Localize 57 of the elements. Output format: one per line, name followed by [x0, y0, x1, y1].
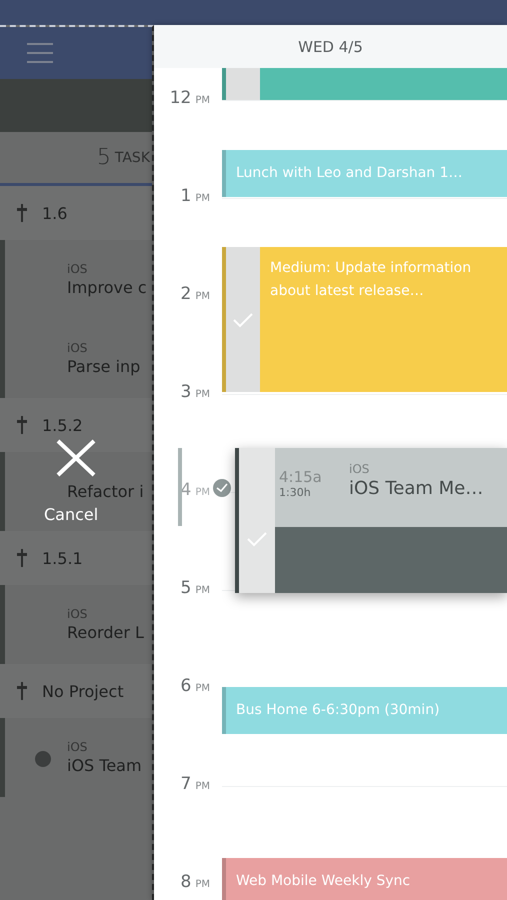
task-title[interactable]: Refactor i	[67, 482, 144, 501]
period-label: PM	[195, 879, 210, 890]
task-project: iOS	[67, 341, 88, 355]
event-block[interactable]: Lunch with Leo and Darshan 1…	[222, 150, 507, 197]
pin-icon	[16, 682, 28, 700]
task-title[interactable]: Improve c	[67, 278, 147, 297]
pin-icon	[16, 549, 28, 567]
task-project: iOS	[349, 462, 370, 476]
day-title: WED 4/5	[154, 25, 507, 68]
menu-icon[interactable]	[27, 43, 53, 63]
drag-handle[interactable]	[239, 448, 275, 527]
event-title: Web Mobile Weekly Sync	[235, 872, 412, 891]
pin-icon	[16, 416, 28, 434]
hour-label: 12	[170, 88, 192, 108]
period-label: PM	[195, 389, 210, 400]
checkmark-icon[interactable]	[232, 312, 254, 328]
check-circle-icon	[213, 479, 231, 497]
task-title: Medium: Update information about latest release…	[269, 259, 472, 301]
pin-icon	[16, 204, 28, 222]
hour-label: 2	[180, 284, 192, 304]
task-count-label: TASK	[114, 150, 150, 166]
task-title[interactable]: iOS Team	[67, 756, 142, 775]
hour-label: 3	[180, 382, 192, 402]
task-title: iOS Team Me…	[349, 478, 484, 499]
task-time: 4:15a	[279, 468, 323, 486]
project-label[interactable]: 1.5.2	[42, 416, 83, 434]
hour-label: 5	[180, 578, 192, 598]
event-title: Bus Home 6-6:30pm (30min)	[235, 701, 441, 720]
hour-label: 4	[180, 480, 192, 500]
period-label: PM	[195, 193, 210, 204]
period-label: PM	[195, 487, 210, 498]
task-duration: 1:30h	[279, 486, 312, 499]
task-title[interactable]: Reorder L	[67, 623, 144, 642]
event-block[interactable]: Web Mobile Weekly Sync	[222, 858, 507, 900]
period-label: PM	[195, 95, 210, 106]
hour-label: 1	[180, 186, 192, 206]
hour-label: 7	[180, 774, 192, 794]
cancel-label[interactable]: Cancel	[44, 505, 98, 524]
task-count: 5	[96, 145, 111, 170]
period-label: PM	[195, 683, 210, 694]
task-project: iOS	[67, 740, 88, 754]
event-block[interactable]: Bus Home 6-6:30pm (30min)	[222, 687, 507, 734]
project-label[interactable]: 1.6	[42, 204, 68, 222]
task-project: iOS	[67, 262, 88, 276]
close-icon[interactable]	[55, 438, 97, 478]
event-title: Lunch with Leo and Darshan 1…	[235, 164, 464, 183]
project-label[interactable]: No Project	[42, 682, 124, 700]
hour-label: 6	[180, 676, 192, 696]
task-title[interactable]: Parse inp	[67, 357, 140, 376]
task-block[interactable]	[222, 68, 507, 100]
project-label[interactable]: 1.5.1	[42, 548, 83, 568]
period-label: PM	[195, 585, 210, 596]
checkmark-icon[interactable]	[246, 531, 268, 547]
task-project: iOS	[67, 607, 88, 621]
period-label: PM	[195, 291, 210, 302]
period-label: PM	[195, 781, 210, 792]
hour-label: 8	[180, 872, 192, 892]
